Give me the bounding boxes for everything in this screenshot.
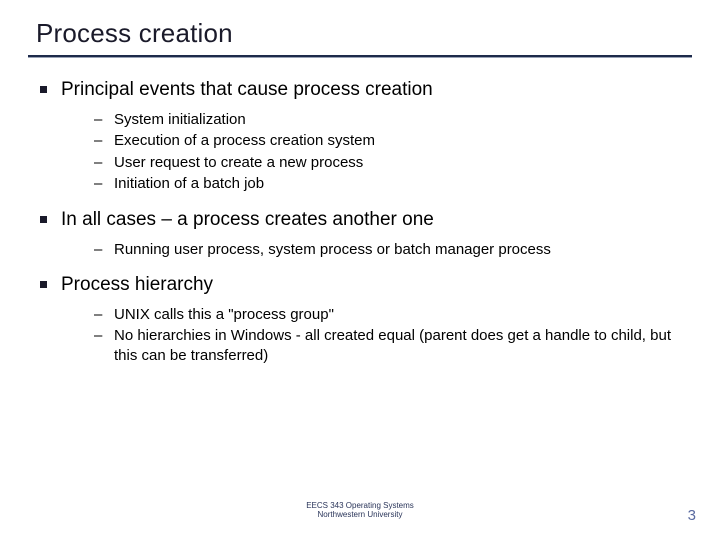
dash-icon: –	[94, 131, 108, 151]
sub-item: –No hierarchies in Windows - all created…	[94, 326, 692, 365]
sub-list: –Running user process, system process or…	[40, 232, 692, 264]
sub-text: User request to create a new process	[108, 153, 363, 173]
sub-text: No hierarchies in Windows - all created …	[108, 326, 692, 365]
dash-icon: –	[94, 326, 108, 365]
bullet-text: Process hierarchy	[61, 273, 213, 297]
sub-item: –System initialization	[94, 110, 692, 130]
sub-list: –System initialization –Execution of a p…	[40, 102, 692, 198]
bullet-item: Principal events that cause process crea…	[40, 78, 692, 102]
bullet-item: Process hierarchy	[40, 273, 692, 297]
bullet-item: In all cases – a process creates another…	[40, 208, 692, 232]
dash-icon: –	[94, 174, 108, 194]
sub-text: Execution of a process creation system	[108, 131, 375, 151]
sub-text: UNIX calls this a "process group"	[108, 305, 334, 325]
title-bar: Process creation	[0, 0, 720, 55]
sub-item: –Running user process, system process or…	[94, 240, 692, 260]
sub-text: Running user process, system process or …	[108, 240, 551, 260]
square-bullet-icon	[40, 216, 47, 223]
slide-content: Principal events that cause process crea…	[0, 58, 720, 369]
footer-text: EECS 343 Operating Systems Northwestern …	[0, 502, 720, 520]
sub-item: –Initiation of a batch job	[94, 174, 692, 194]
page-number: 3	[688, 507, 696, 524]
dash-icon: –	[94, 110, 108, 130]
bullet-text: In all cases – a process creates another…	[61, 208, 434, 232]
square-bullet-icon	[40, 86, 47, 93]
sub-item: –UNIX calls this a "process group"	[94, 305, 692, 325]
bullet-text: Principal events that cause process crea…	[61, 78, 433, 102]
dash-icon: –	[94, 240, 108, 260]
sub-list: –UNIX calls this a "process group" –No h…	[40, 297, 692, 370]
dash-icon: –	[94, 153, 108, 173]
slide: Process creation Principal events that c…	[0, 0, 720, 540]
dash-icon: –	[94, 305, 108, 325]
sub-item: –Execution of a process creation system	[94, 131, 692, 151]
slide-title: Process creation	[36, 18, 720, 49]
sub-item: –User request to create a new process	[94, 153, 692, 173]
slide-footer: EECS 343 Operating Systems Northwestern …	[0, 502, 720, 530]
sub-text: Initiation of a batch job	[108, 174, 264, 194]
footer-line-2: Northwestern University	[0, 511, 720, 520]
sub-text: System initialization	[108, 110, 246, 130]
square-bullet-icon	[40, 281, 47, 288]
